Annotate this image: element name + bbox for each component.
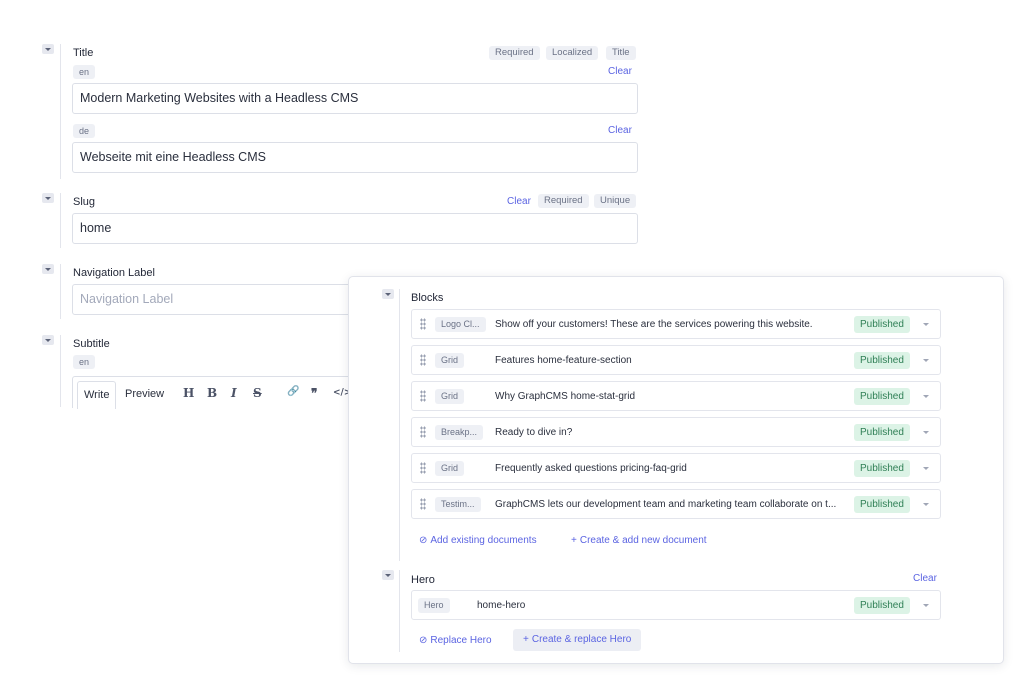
chevron-down-icon[interactable] [923,503,929,506]
drag-handle-icon[interactable] [420,390,426,402]
status-badge: Published [854,496,910,513]
status-badge: Published [854,424,910,441]
nav-label-collapse-button[interactable] [42,264,54,274]
create-add-new-document-link[interactable]: + Create & add new document [571,535,707,546]
title-de-clear-link[interactable]: Clear [608,125,632,136]
title-collapse-button[interactable] [42,44,54,54]
drag-handle-icon[interactable] [420,354,426,366]
drag-handle-icon[interactable] [420,498,426,510]
status-badge: Published [854,460,910,477]
locale-tag-en: en [73,355,96,369]
required-badge: Required [489,46,540,60]
block-row[interactable]: Grid Frequently asked questions pricing-… [411,453,941,483]
subtitle-field-divider [60,335,61,407]
link-icon: ⊘ [419,635,428,646]
block-row[interactable]: Grid Why GraphCMS home-stat-grid Publish… [411,381,941,411]
add-existing-label: Add existing documents [430,535,537,546]
strikethrough-icon[interactable]: S [253,386,262,400]
model-tag: Hero [418,598,450,613]
localized-badge: Localized [546,46,599,60]
model-tag: Logo Cl... [435,317,486,332]
slug-label: Slug [73,196,96,208]
title-badge: Title [606,46,636,60]
bold-icon[interactable]: B [207,386,217,400]
model-tag: Grid [435,353,465,368]
create-new-label: Create & add new document [579,535,707,546]
locale-tag-de: de [73,124,96,138]
status-badge: Published [854,388,910,405]
title-field-divider [60,44,61,179]
tab-write[interactable]: Write [77,381,117,409]
model-tag: Breakp... [435,425,484,440]
block-title: Show off your customers! These are the s… [495,319,813,330]
subtitle-collapse-button[interactable] [42,335,54,345]
chevron-down-icon[interactable] [923,604,929,607]
title-en-input[interactable]: Modern Marketing Websites with a Headles… [72,83,638,114]
block-title: GraphCMS lets our development team and m… [495,499,837,510]
model-tag: Testim... [435,497,481,512]
replace-hero-link[interactable]: ⊘ Replace Hero [419,635,492,646]
italic-icon[interactable]: I [231,386,237,400]
chevron-down-icon[interactable] [923,323,929,326]
chevron-down-icon[interactable] [923,395,929,398]
status-badge: Published [854,352,910,369]
blocks-label: Blocks [411,292,444,304]
drag-handle-icon[interactable] [420,426,426,438]
hero-clear-link[interactable]: Clear [913,573,937,584]
title-label: Title [73,47,94,59]
quote-icon[interactable]: ❞ [311,386,317,400]
plus-icon: + [571,535,577,546]
status-badge: Published [854,316,910,333]
drag-handle-icon[interactable] [420,318,426,330]
slug-input[interactable]: home [72,213,638,244]
block-title: Features home-feature-section [495,355,632,366]
blocks-field-divider [399,289,400,561]
nav-label-label: Navigation Label [73,267,155,279]
title-de-input[interactable]: Webseite mit eine Headless CMS [72,142,638,173]
chevron-down-icon[interactable] [923,359,929,362]
block-row[interactable]: Grid Features home-feature-section Publi… [411,345,941,375]
block-row[interactable]: Breakp... Ready to dive in? Published [411,417,941,447]
replace-hero-label: Replace Hero [430,635,492,646]
block-title: Frequently asked questions pricing-faq-g… [495,463,687,474]
hero-collapse-button[interactable] [382,570,394,580]
block-title: Ready to dive in? [495,427,573,438]
slug-clear-link[interactable]: Clear [507,196,531,207]
heading-icon[interactable]: H [183,386,194,400]
create-replace-hero-button[interactable]: + Create & replace Hero [513,629,642,651]
block-row[interactable]: Testim... GraphCMS lets our development … [411,489,941,519]
chevron-down-icon[interactable] [923,467,929,470]
locale-tag-en: en [73,65,96,79]
link-icon[interactable]: 🔗 [287,386,299,397]
block-row[interactable]: Logo Cl... Show off your customers! Thes… [411,309,941,339]
chevron-down-icon[interactable] [923,431,929,434]
model-tag: Grid [435,389,465,404]
hero-row[interactable]: Hero home-hero Published [411,590,941,620]
title-en-clear-link[interactable]: Clear [608,66,632,77]
plus-icon: + [523,634,529,645]
drag-handle-icon[interactable] [420,462,426,474]
create-replace-label: Create & replace Hero [531,634,632,645]
hero-label: Hero [411,574,435,586]
subtitle-label: Subtitle [73,338,110,350]
status-badge: Published [854,597,910,614]
references-panel: Blocks Logo Cl... Show off your customer… [348,276,1004,664]
link-icon: ⊘ [419,535,428,546]
slug-field-divider [60,193,61,248]
hero-title: home-hero [477,600,526,611]
hero-field-divider [399,570,400,652]
blocks-collapse-button[interactable] [382,289,394,299]
nav-label-field-divider [60,264,61,319]
model-tag: Grid [435,461,465,476]
required-badge: Required [538,194,589,208]
tab-preview[interactable]: Preview [119,381,170,409]
unique-badge: Unique [594,194,637,208]
block-title: Why GraphCMS home-stat-grid [495,391,636,402]
add-existing-documents-link[interactable]: ⊘ Add existing documents [419,535,537,546]
slug-collapse-button[interactable] [42,193,54,203]
